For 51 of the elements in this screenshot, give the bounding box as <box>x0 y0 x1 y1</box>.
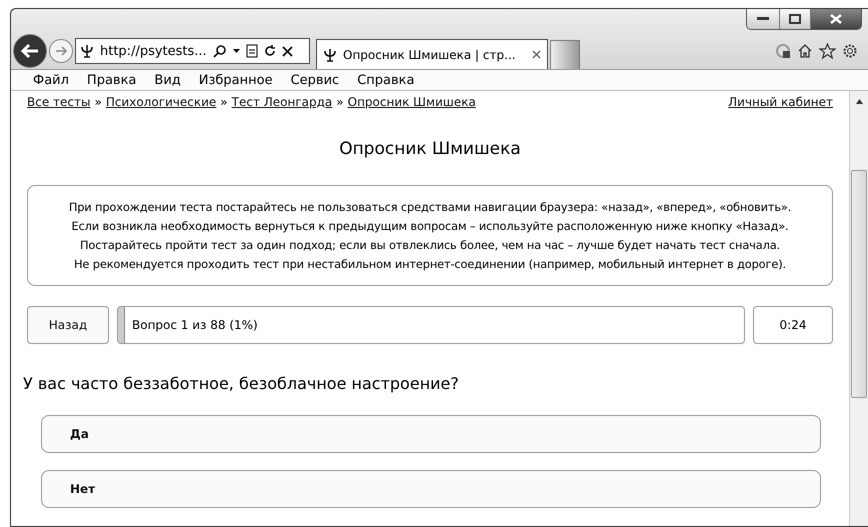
breadcrumb-separator: » <box>336 95 344 109</box>
scroll-up-icon[interactable] <box>856 99 862 104</box>
browser-tab[interactable]: Опросник Шмишека | стр... <box>316 39 548 69</box>
breadcrumb-link[interactable]: Психологические <box>106 95 216 109</box>
notice-text: Постарайтесь пройти тест за один подход; если вы отвлеклись более, чем на час – лучше будет начать тест сначала. <box>80 238 780 252</box>
menu-item[interactable]: Правка <box>86 72 136 88</box>
settings-icon[interactable] <box>842 43 858 59</box>
menu-item[interactable]: Вид <box>154 72 181 88</box>
close-icon[interactable] <box>282 46 293 56</box>
notice-text: При прохождении теста постарайтесь не пользоваться средствами навигации браузера: «назад», «вперед», «обновить». <box>68 200 792 214</box>
psi-icon <box>80 44 94 58</box>
address-text: http://psytests... <box>100 44 207 58</box>
caret-icon <box>232 48 240 54</box>
tab-title: Опросник Шмишека | стр... <box>343 48 516 62</box>
close-button[interactable] <box>810 9 861 29</box>
psi-icon <box>323 48 337 62</box>
forward-button[interactable] <box>49 39 73 63</box>
search-icon <box>212 44 227 58</box>
close-icon <box>830 14 842 24</box>
minimize-button[interactable] <box>747 9 779 29</box>
back-button[interactable] <box>13 34 47 68</box>
breadcrumb-separator: » <box>220 95 228 109</box>
scrollbar-thumb[interactable] <box>851 170 867 398</box>
menu-item[interactable]: Файл <box>33 72 69 88</box>
timer: 0:24 <box>753 306 833 344</box>
maximize-icon <box>789 14 801 24</box>
page-title: Опросник Шмишека <box>338 139 522 159</box>
back-button[interactable]: Назад <box>27 306 109 344</box>
answer-button[interactable]: Да <box>41 415 821 453</box>
notice-text: Не рекомендуется проходить тест при нестабильном интернет-соединении (например, мобильный интернет в дороге). <box>74 257 786 271</box>
home-icon[interactable] <box>797 43 813 59</box>
breadcrumb-separator: » <box>94 95 102 109</box>
star-icon[interactable] <box>819 43 836 59</box>
maximize-button[interactable] <box>779 9 810 29</box>
new-tab-button[interactable] <box>550 40 580 69</box>
breadcrumb-link[interactable]: Опросник Шмишека <box>348 95 476 109</box>
answer-button[interactable]: Нет <box>41 470 821 508</box>
notice-text: Если возникла необходимость вернуться к предыдущим вопросам – используйте расположенную ниже кнопку «Назад». <box>71 219 789 233</box>
menu-item[interactable]: Справка <box>357 72 414 88</box>
minimize-icon <box>757 17 769 21</box>
progress-label: Вопрос 1 из 88 (1%) <box>132 318 258 332</box>
menu-item[interactable]: Избранное <box>198 72 273 88</box>
arrow-right-icon <box>54 45 68 57</box>
refresh-icon[interactable] <box>264 45 276 57</box>
arrow-left-icon <box>20 43 40 59</box>
menu-item[interactable]: Сервис <box>290 72 340 88</box>
question-text: У вас часто беззаботное, безоблачное настроение? <box>23 374 460 393</box>
breadcrumb-link[interactable]: Все тесты <box>27 95 90 109</box>
address-bar[interactable]: http://psytests... <box>75 38 310 64</box>
account-link[interactable]: Личный кабинет <box>728 95 833 109</box>
breadcrumb-link[interactable]: Тест Леонгарда <box>232 95 332 109</box>
